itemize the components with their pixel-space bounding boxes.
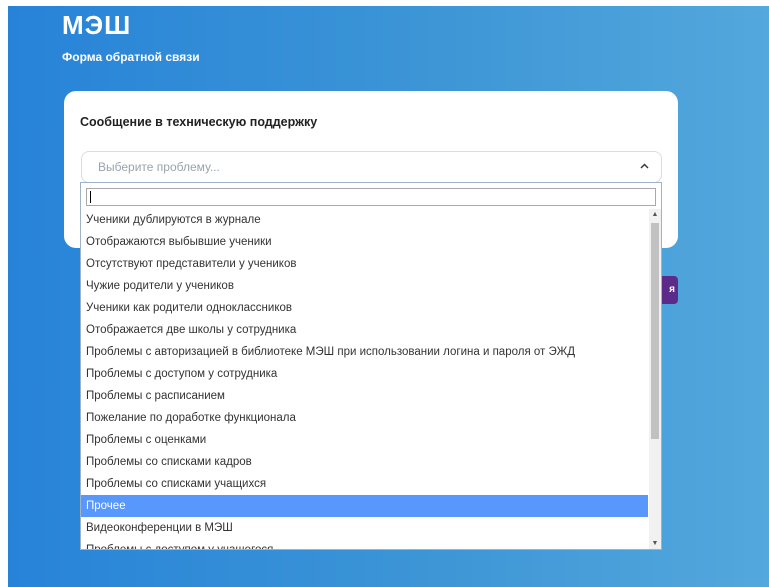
text-caret	[90, 191, 91, 203]
form-title: Сообщение в техническую поддержку	[80, 115, 318, 129]
problem-dropdown: Ученики дублируются в журнале Отображаютс…	[80, 182, 662, 550]
dropdown-option[interactable]: Отображается две школы у сотрудника	[81, 319, 648, 341]
dropdown-option[interactable]: Видеоконференции в МЭШ	[81, 517, 648, 539]
dropdown-option[interactable]: Проблемы с оценками	[81, 429, 648, 451]
submit-button-label: я	[669, 284, 675, 295]
logo: МЭШ	[62, 10, 132, 40]
arrow-up-icon[interactable]: ▲	[649, 209, 661, 221]
dropdown-option[interactable]: Проблемы с доступом у сотрудника	[81, 363, 648, 385]
dropdown-option[interactable]: Проблемы с авторизацией в библиотеке МЭШ…	[81, 341, 648, 363]
page-subtitle: Форма обратной связи	[62, 50, 200, 64]
dropdown-option[interactable]: Ученики как родители одноклассников	[81, 297, 648, 319]
dropdown-search-input[interactable]	[86, 188, 656, 206]
dropdown-option[interactable]: Пожелание по доработке функционала	[81, 407, 648, 429]
dropdown-option[interactable]: Проблемы с расписанием	[81, 385, 648, 407]
dropdown-option[interactable]: Прочее	[81, 495, 648, 517]
dropdown-option[interactable]: Чужие родители у учеников	[81, 275, 648, 297]
app-background: МЭШ Форма обратной связи Сообщение в тех…	[8, 6, 769, 587]
dropdown-option[interactable]: Проблемы со списками кадров	[81, 451, 648, 473]
dropdown-option[interactable]: Отсутствуют представители у учеников	[81, 253, 648, 275]
dropdown-scrollbar[interactable]: ▲ ▼	[649, 209, 661, 549]
chevron-up-icon[interactable]	[639, 161, 650, 172]
dropdown-option[interactable]: Ученики дублируются в журнале	[81, 209, 648, 231]
problem-select[interactable]: Выберите проблему...	[81, 151, 662, 183]
scrollbar-thumb[interactable]	[651, 223, 659, 439]
dropdown-option[interactable]: Проблемы с доступом у учащегося	[81, 539, 648, 549]
dropdown-option[interactable]: Отображаются выбывшие ученики	[81, 231, 648, 253]
dropdown-options-list: Ученики дублируются в журнале Отображаютс…	[81, 209, 648, 549]
dropdown-option[interactable]: Проблемы со списками учащихся	[81, 473, 648, 495]
arrow-down-icon[interactable]: ▼	[649, 538, 661, 549]
select-placeholder: Выберите проблему...	[98, 160, 220, 174]
